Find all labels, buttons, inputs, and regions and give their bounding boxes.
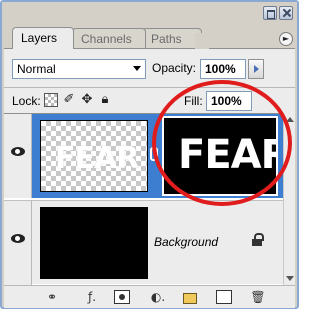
panel-titlebar [2,2,297,30]
blend-mode-value: Normal [17,62,56,76]
lock-brush-icon[interactable]: ✐ [62,93,76,107]
lock-label: Lock: [12,94,41,108]
add-mask-icon[interactable] [114,290,130,304]
tab-layers[interactable]: Layers [12,27,74,49]
tab-channels[interactable]: Channels [72,28,146,48]
minimize-button[interactable] [263,6,277,20]
lock-transparency-icon[interactable] [44,93,58,107]
layer-row-background[interactable]: Background [4,200,283,285]
eye-icon [11,147,25,156]
chevron-down-icon [133,66,141,71]
eye-icon [11,234,25,243]
opacity-input[interactable]: 100% [200,59,246,79]
opacity-slider-button[interactable] [248,59,264,79]
thumbnail-text: FEAR [55,141,139,176]
tab-paths[interactable]: Paths [142,28,209,49]
layer-style-icon[interactable]: ƒ. [82,290,102,304]
layer-name[interactable]: Background [154,235,218,249]
visibility-toggle[interactable] [4,201,32,285]
new-group-icon[interactable] [182,290,198,304]
lock-all-icon[interactable]: 🔒︎ [98,93,112,107]
visibility-toggle[interactable] [4,114,32,198]
link-layers-icon[interactable]: ⚭ [44,290,60,304]
lock-move-icon[interactable]: ✥ [80,93,94,107]
layer-thumbnail[interactable]: FEAR [40,120,148,192]
lock-icon [252,233,264,246]
new-layer-icon[interactable] [216,290,232,304]
opacity-label: Opacity: [152,61,197,75]
panel-menu-button[interactable]: ► [279,32,293,46]
trash-icon[interactable]: 🗑︎ [250,290,266,304]
scroll-down-icon[interactable] [286,276,294,281]
layer-thumbnail[interactable] [40,207,148,279]
adjustment-layer-icon[interactable]: ◐. [148,290,168,304]
layers-toolbar: ⚭ ƒ. ◐. 🗑︎ [4,285,295,308]
close-button[interactable] [279,6,293,20]
blend-mode-select[interactable]: Normal [12,59,146,79]
red-annotation-circle [152,80,292,206]
layers-panel: Layers Channels Paths ► Normal Opacity: … [0,0,299,309]
